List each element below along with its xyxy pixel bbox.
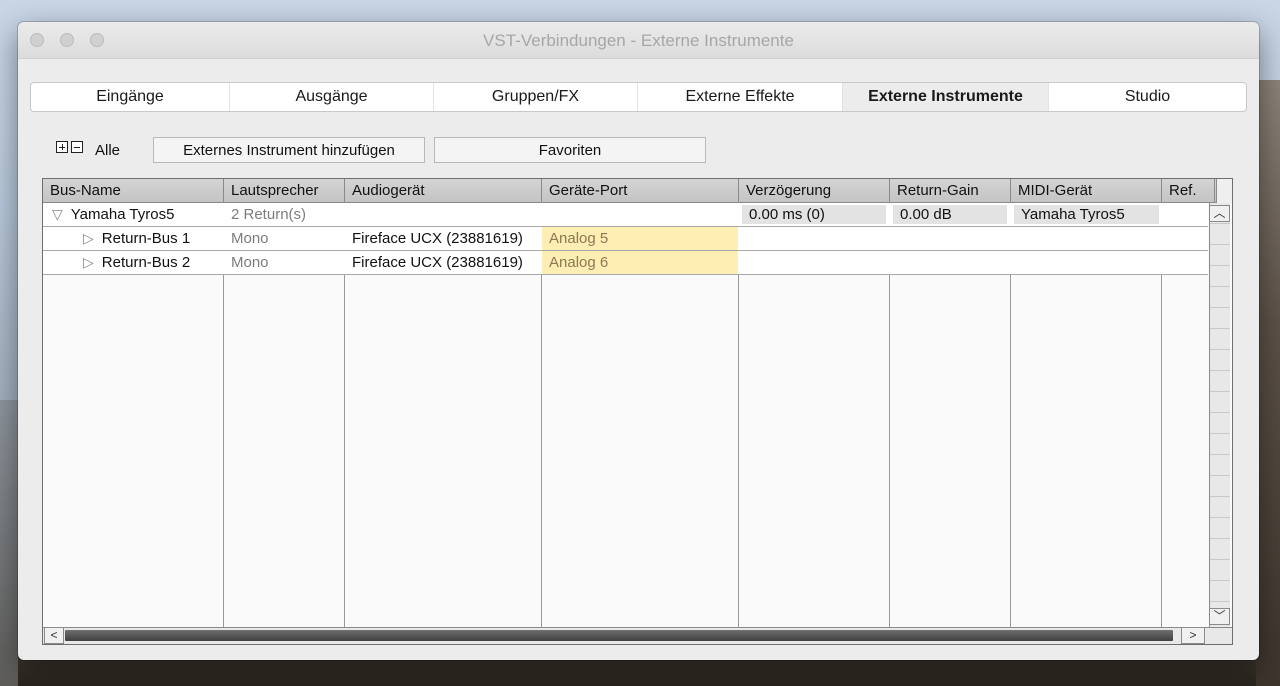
- vst-connections-window: VST-Verbindungen - Externe Instrumente E…: [18, 22, 1259, 660]
- favorites-button[interactable]: Favoriten: [434, 137, 706, 163]
- chevron-left-icon[interactable]: <: [44, 627, 64, 644]
- triangle-right-icon[interactable]: ▷: [83, 227, 94, 250]
- return-gain-cell[interactable]: [890, 227, 1010, 250]
- device-port-cell[interactable]: Analog 5: [542, 227, 738, 250]
- bus-name-label: Yamaha Tyros5: [70, 206, 175, 223]
- tab-externe-effekte[interactable]: Externe Effekte: [638, 83, 843, 111]
- device-port-cell[interactable]: [542, 203, 738, 226]
- window-title: VST-Verbindungen - Externe Instrumente: [483, 31, 794, 50]
- audio-device-cell[interactable]: Fireface UCX (23881619): [345, 251, 541, 274]
- scroll-track: [1210, 203, 1230, 627]
- speaker-cell[interactable]: 2 Return(s): [224, 203, 344, 226]
- triangle-right-icon[interactable]: ▷: [83, 251, 94, 274]
- plus-box-icon[interactable]: [56, 141, 68, 153]
- column-header-device-port[interactable]: Geräte-Port: [542, 179, 739, 202]
- table-row[interactable]: ▽ Yamaha Tyros5 2 Return(s) 0.00 ms (0) 0…: [43, 203, 1208, 227]
- desktop-background-right: [1256, 80, 1280, 686]
- audio-device-cell[interactable]: [345, 203, 541, 226]
- bus-name-cell[interactable]: ▽ Yamaha Tyros5: [43, 203, 223, 226]
- midi-device-cell[interactable]: [1011, 227, 1161, 250]
- column-header-audio-device[interactable]: Audiogerät: [345, 179, 542, 202]
- tab-bar: Eingänge Ausgänge Gruppen/FX Externe Eff…: [30, 82, 1247, 112]
- horizontal-scrollbar[interactable]: < >: [43, 627, 1232, 644]
- vertical-scrollbar[interactable]: ︿ ﹀: [1209, 203, 1230, 627]
- add-external-instrument-button[interactable]: Externes Instrument hinzufügen: [153, 137, 425, 163]
- connections-table: Bus-Name Lautsprecher Audiogerät Geräte-…: [42, 178, 1233, 645]
- alle-label: Alle: [95, 142, 121, 159]
- column-header-delay[interactable]: Verzögerung: [739, 179, 890, 202]
- title-bar: VST-Verbindungen - Externe Instrumente: [18, 22, 1259, 59]
- triangle-down-icon[interactable]: ▽: [52, 203, 63, 226]
- midi-device-cell[interactable]: [1011, 251, 1161, 274]
- ref-cell[interactable]: [1162, 203, 1207, 226]
- return-gain-cell[interactable]: [890, 251, 1010, 274]
- delay-cell[interactable]: [739, 251, 889, 274]
- column-header-bus-name[interactable]: Bus-Name: [43, 179, 224, 202]
- ref-cell[interactable]: [1162, 251, 1207, 274]
- bus-name-label: Return-Bus 2: [101, 254, 191, 271]
- tab-ausgaenge[interactable]: Ausgänge: [230, 83, 434, 111]
- tab-eingaenge[interactable]: Eingänge: [31, 83, 230, 111]
- desktop-background-left: [0, 400, 18, 686]
- ref-cell[interactable]: [1162, 227, 1207, 250]
- tab-studio[interactable]: Studio: [1049, 83, 1246, 111]
- column-header-speaker[interactable]: Lautsprecher: [224, 179, 345, 202]
- chevron-right-icon[interactable]: >: [1181, 627, 1205, 644]
- delay-cell[interactable]: [739, 227, 889, 250]
- device-port-cell[interactable]: Analog 6: [542, 251, 738, 274]
- header-corner: [1216, 179, 1232, 203]
- audio-device-cell[interactable]: Fireface UCX (23881619): [345, 227, 541, 250]
- return-gain-field[interactable]: 0.00 dB: [893, 205, 1007, 224]
- table-row[interactable]: ▷ Return-Bus 2 Mono Fireface UCX (2388161…: [43, 251, 1208, 275]
- minus-box-icon[interactable]: [71, 141, 83, 153]
- tab-externe-instrumente[interactable]: Externe Instrumente: [843, 83, 1049, 111]
- delay-field[interactable]: 0.00 ms (0): [742, 205, 886, 224]
- bus-name-cell[interactable]: ▷ Return-Bus 2: [43, 251, 223, 274]
- tab-gruppen-fx[interactable]: Gruppen/FX: [434, 83, 638, 111]
- bus-name-label: Return-Bus 1: [101, 230, 191, 247]
- speaker-cell[interactable]: Mono: [224, 251, 344, 274]
- midi-device-field[interactable]: Yamaha Tyros5: [1014, 205, 1159, 224]
- chevron-up-icon[interactable]: ︿: [1209, 205, 1230, 222]
- table-row[interactable]: ▷ Return-Bus 1 Mono Fireface UCX (2388161…: [43, 227, 1208, 251]
- chevron-down-icon[interactable]: ﹀: [1209, 608, 1230, 625]
- bus-name-cell[interactable]: ▷ Return-Bus 1: [43, 227, 223, 250]
- horizontal-scroll-thumb[interactable]: [65, 630, 1173, 641]
- column-header-ref[interactable]: Ref.: [1162, 179, 1215, 202]
- table-header: Bus-Name Lautsprecher Audiogerät Geräte-…: [43, 179, 1232, 203]
- column-header-midi-device[interactable]: MIDI-Gerät: [1011, 179, 1162, 202]
- column-header-return-gain[interactable]: Return-Gain: [890, 179, 1011, 202]
- speaker-cell[interactable]: Mono: [224, 227, 344, 250]
